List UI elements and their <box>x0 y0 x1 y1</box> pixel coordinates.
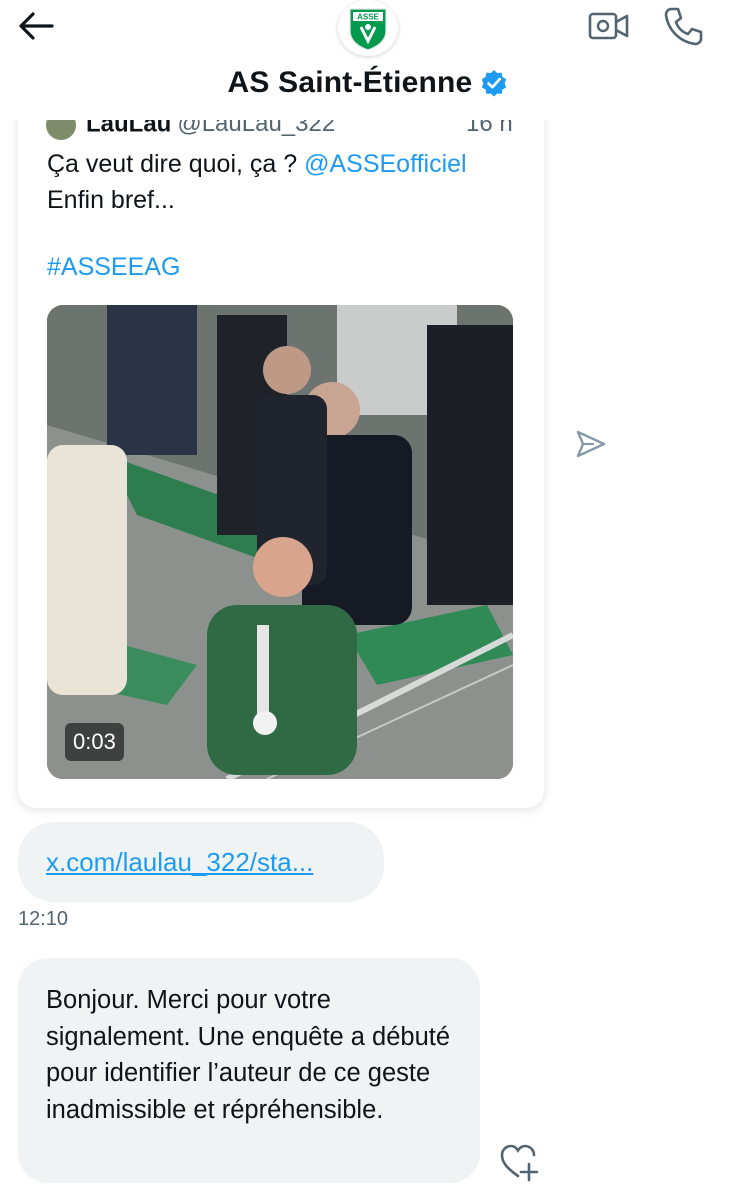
contact-name: AS Saint-Étienne <box>227 66 473 99</box>
link-message-bubble: x.com/laulau_322/sta... <box>18 822 384 902</box>
video-call-button[interactable] <box>586 6 630 46</box>
tweet-link[interactable]: x.com/laulau_322/sta... <box>46 847 313 878</box>
contact-avatar[interactable]: ASSE <box>338 0 398 56</box>
reply-message-text: Bonjour. Merci pour votre signalement. U… <box>46 986 451 1124</box>
heart-plus-icon <box>500 1144 539 1182</box>
tweet-text-line1: Ça veut dire quoi, ça ? <box>47 150 298 178</box>
voice-call-button[interactable] <box>662 4 706 48</box>
quoted-tweet-card[interactable]: LauLau @LauLau_322 16 h Ça veut dire quoi… <box>18 92 544 808</box>
tweet-hashtag-link[interactable]: #ASSEEAG <box>47 253 180 282</box>
send-icon <box>576 430 606 458</box>
video-camera-icon <box>588 12 629 40</box>
tweet-video[interactable]: 0:03 <box>47 305 513 779</box>
video-duration-badge: 0:03 <box>65 723 124 761</box>
tweet-text-line2: Enfin bref... <box>47 186 175 214</box>
video-thumbnail <box>47 305 513 779</box>
react-button[interactable] <box>498 1142 540 1182</box>
phone-icon <box>664 7 703 46</box>
tweet-text: Ça veut dire quoi, ça ? @ASSEofficiel En… <box>47 146 527 218</box>
message-timestamp: 12:10 <box>18 908 69 930</box>
conversation-header: ASSE AS Saint-Étienne <box>0 0 736 120</box>
tweet-mention-link[interactable]: @ASSEofficiel <box>304 150 467 178</box>
reply-message-bubble: Bonjour. Merci pour votre signalement. U… <box>18 958 480 1183</box>
back-button[interactable] <box>18 8 58 44</box>
crest-letters: ASSE <box>357 13 379 22</box>
share-message-button[interactable] <box>570 424 610 464</box>
contact-title-row[interactable]: AS Saint-Étienne <box>0 66 736 100</box>
verified-badge-icon <box>482 70 507 97</box>
club-crest-logo: ASSE <box>349 8 387 51</box>
arrow-left-icon <box>19 12 54 40</box>
